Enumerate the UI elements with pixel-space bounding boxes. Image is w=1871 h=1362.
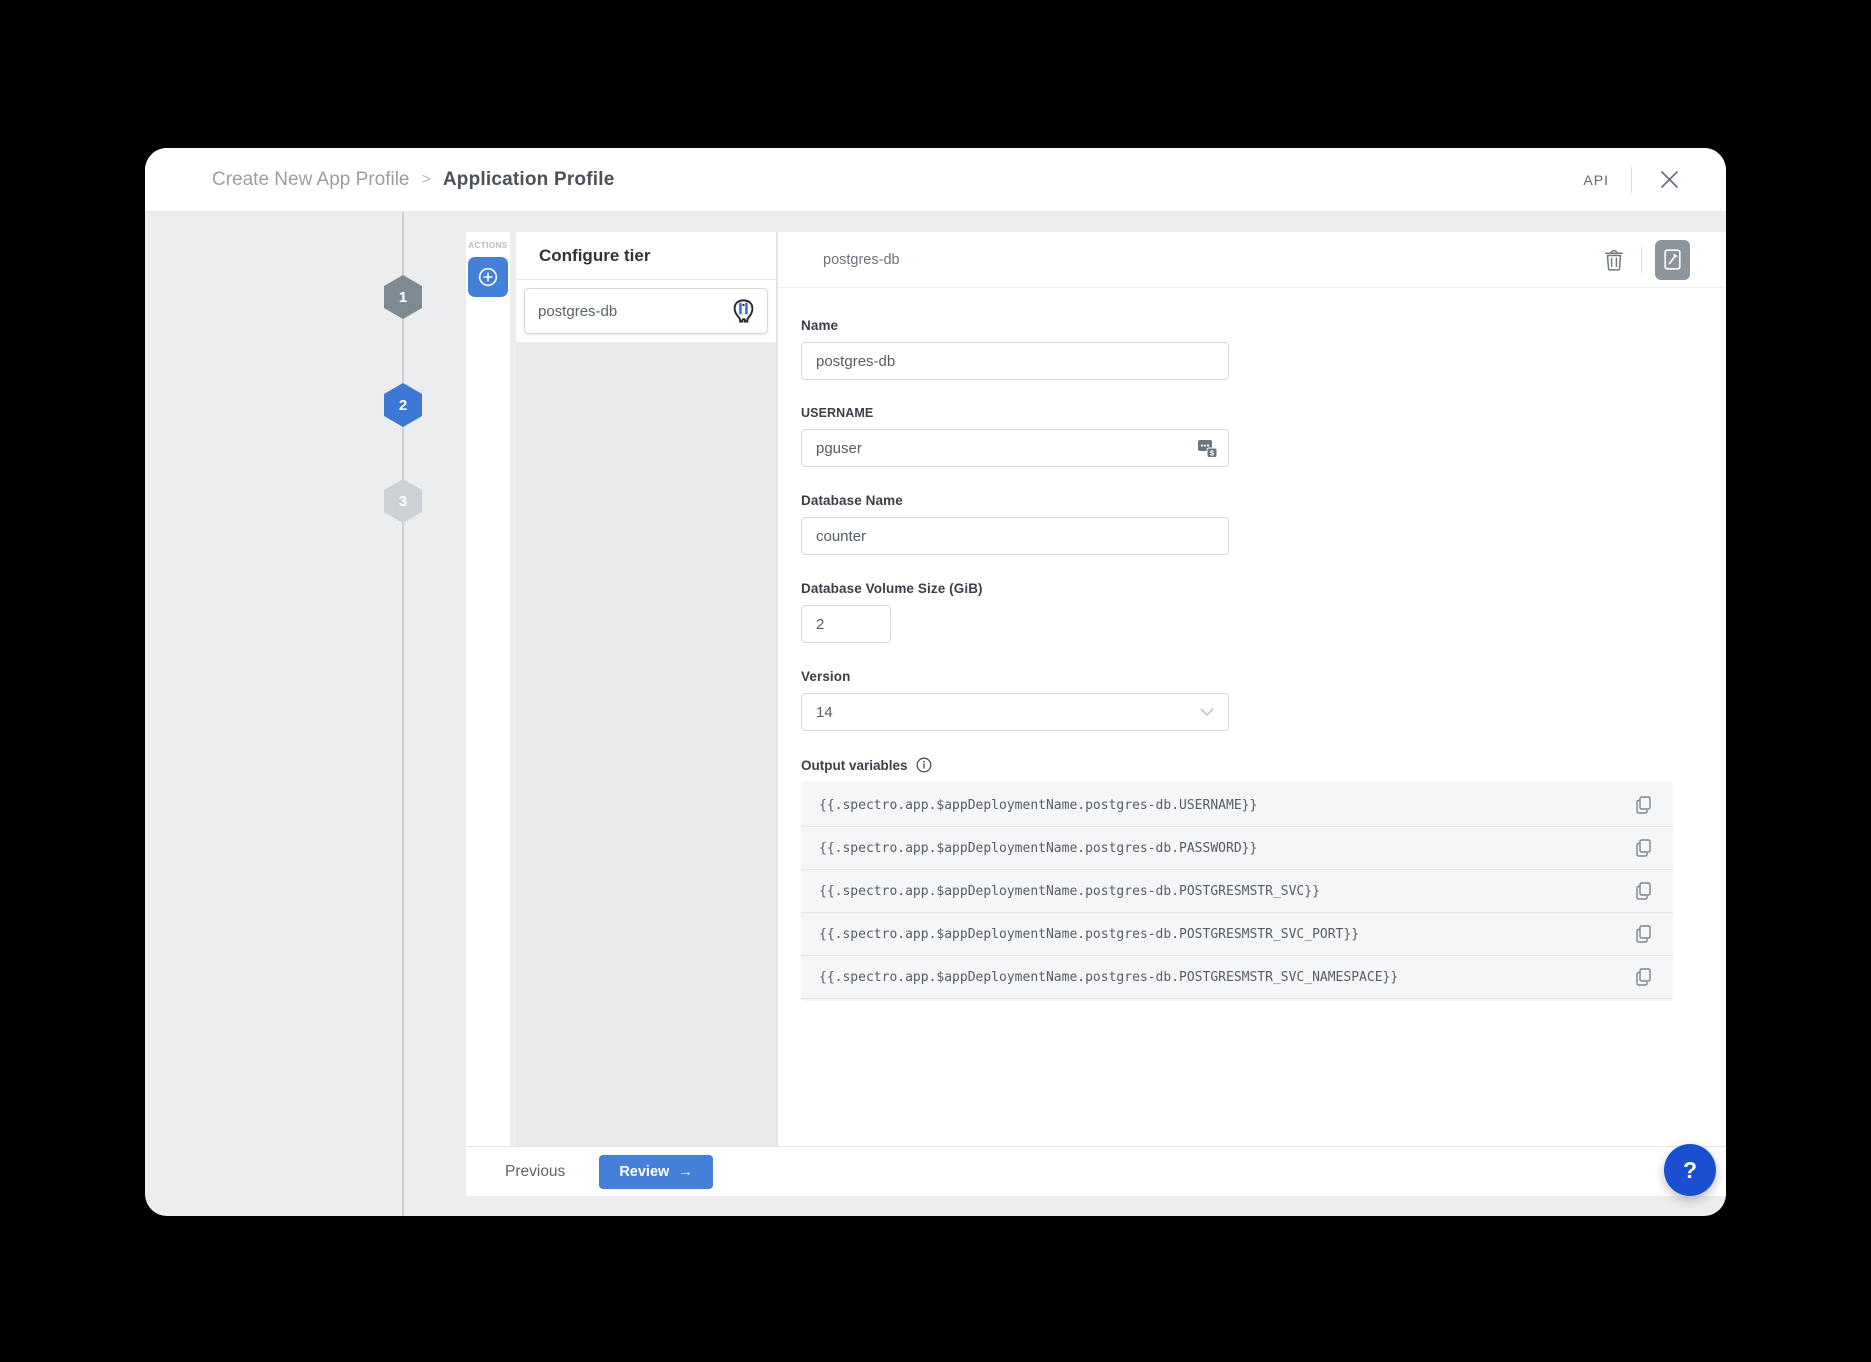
step-number-badge[interactable]: 2 <box>384 383 422 427</box>
volume-size-input[interactable] <box>801 605 891 643</box>
insert-macro-icon[interactable]: $ <box>1196 437 1219 460</box>
volume-size-field-group: Database Volume Size (GiB) <box>801 581 1726 643</box>
database-name-input[interactable] <box>801 517 1229 555</box>
delete-tier-button[interactable] <box>1600 245 1628 275</box>
actions-label: ACTIONS <box>466 241 510 250</box>
copy-icon[interactable] <box>1636 925 1651 943</box>
output-variables-label: Output variables <box>801 758 908 773</box>
actions-column: ACTIONS <box>466 232 510 1146</box>
version-select[interactable]: 14 <box>801 693 1229 731</box>
username-field-group: USERNAME $ <box>801 406 1726 467</box>
tier-form: Name USERNAME $ <box>778 288 1726 1146</box>
output-variables-list: {{.spectro.app.$appDeploymentName.postgr… <box>801 782 1673 1001</box>
variable-text: {{.spectro.app.$appDeploymentName.postgr… <box>819 884 1320 899</box>
tier-list-title: Configure tier <box>539 246 650 266</box>
api-button[interactable]: API <box>1583 172 1609 188</box>
window-header: Create New App Profile > Application Pro… <box>145 148 1726 212</box>
breadcrumb-current: Application Profile <box>443 169 615 191</box>
header-actions: API <box>1583 165 1684 195</box>
output-variable-row: {{.spectro.app.$appDeploymentName.postgr… <box>801 784 1673 827</box>
version-field-group: Version 14 <box>801 669 1726 731</box>
breadcrumb: Create New App Profile > Application Pro… <box>212 169 615 191</box>
wizard-footer: Previous Review → <box>466 1146 1726 1196</box>
icon-divider <box>1641 247 1642 273</box>
version-label: Version <box>801 669 1726 684</box>
help-button[interactable]: ? <box>1664 1144 1716 1196</box>
step-number-badge[interactable]: 1 <box>384 275 422 319</box>
username-label: USERNAME <box>801 406 1726 420</box>
header-divider <box>1631 167 1632 193</box>
trash-icon <box>1604 249 1624 271</box>
copy-icon[interactable] <box>1636 968 1651 986</box>
add-tier-button[interactable] <box>468 257 508 297</box>
tier-list-body <box>516 342 776 1146</box>
step-number-badge[interactable]: 3 <box>384 479 422 523</box>
circled-plus-icon <box>476 265 500 289</box>
copy-icon[interactable] <box>1636 839 1651 857</box>
step-connector-line <box>402 212 404 1216</box>
volume-size-label: Database Volume Size (GiB) <box>801 581 1726 596</box>
main-content: ACTIONS Configure tier postgres-db <box>466 232 1726 1196</box>
tier-detail-header: postgres-db <box>778 232 1726 288</box>
output-variable-row: {{.spectro.app.$appDeploymentName.postgr… <box>801 956 1673 999</box>
version-value: 14 <box>816 704 833 721</box>
output-variable-row: {{.spectro.app.$appDeploymentName.postgr… <box>801 827 1673 870</box>
tier-card-strip: postgres-db <box>516 280 776 342</box>
open-editor-button[interactable] <box>1655 240 1690 280</box>
output-variable-row: {{.spectro.app.$appDeploymentName.postgr… <box>801 870 1673 913</box>
breadcrumb-separator-icon: > <box>422 171 431 189</box>
database-name-label: Database Name <box>801 493 1726 508</box>
name-input[interactable] <box>801 342 1229 380</box>
name-field-group: Name <box>801 318 1726 380</box>
variable-text: {{.spectro.app.$appDeploymentName.postgr… <box>819 927 1359 942</box>
tier-card-postgres-db[interactable]: postgres-db <box>524 288 768 334</box>
postgresql-logo-icon <box>730 298 757 325</box>
chevron-down-icon <box>1200 708 1214 717</box>
review-button-label: Review <box>619 1164 669 1180</box>
review-button[interactable]: Review → <box>599 1155 712 1189</box>
output-variable-row: {{.spectro.app.$appDeploymentName.postgr… <box>801 913 1673 956</box>
output-variables-header: Output variables <box>801 757 1726 773</box>
app-profile-wizard-window: Create New App Profile > Application Pro… <box>145 148 1726 1216</box>
tier-list-header: Configure tier <box>516 232 776 280</box>
wizard-sidebar: Basic Information profile-thorium 1 Prof… <box>145 212 466 1216</box>
breadcrumb-parent[interactable]: Create New App Profile <box>212 169 410 191</box>
tier-detail-title: postgres-db <box>823 252 900 268</box>
edit-document-icon <box>1664 249 1681 270</box>
arrow-right-icon: → <box>678 1164 693 1180</box>
variable-text: {{.spectro.app.$appDeploymentName.postgr… <box>819 798 1257 813</box>
tier-detail-panel: postgres-db <box>778 232 1726 1146</box>
username-input[interactable] <box>801 429 1229 467</box>
tier-name: postgres-db <box>538 303 617 320</box>
tier-list-panel: Configure tier postgres-db <box>516 232 776 1146</box>
variable-text: {{.spectro.app.$appDeploymentName.postgr… <box>819 841 1257 856</box>
database-name-field-group: Database Name <box>801 493 1726 555</box>
close-icon[interactable] <box>1654 165 1684 195</box>
name-label: Name <box>801 318 1726 333</box>
variable-text: {{.spectro.app.$appDeploymentName.postgr… <box>819 970 1398 985</box>
copy-icon[interactable] <box>1636 796 1651 814</box>
previous-button[interactable]: Previous <box>505 1163 565 1181</box>
info-icon[interactable] <box>916 757 932 773</box>
copy-icon[interactable] <box>1636 882 1651 900</box>
